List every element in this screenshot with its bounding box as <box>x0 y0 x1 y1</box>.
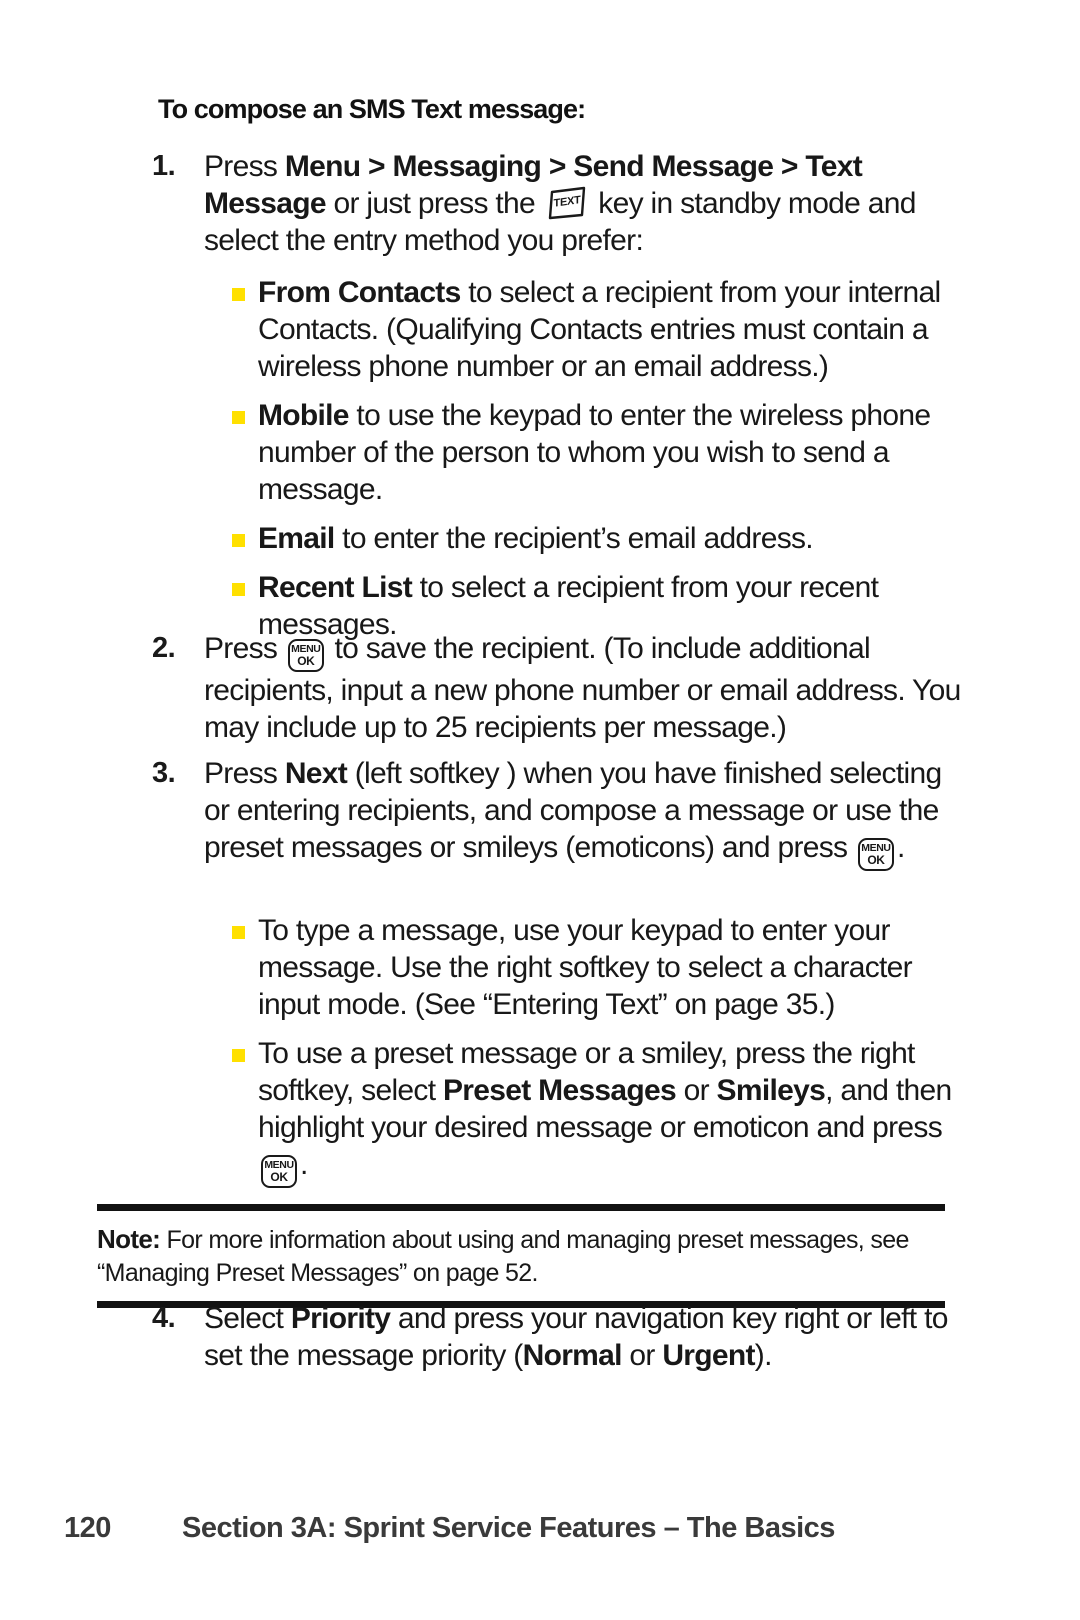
list-item: Mobile to use the keypad to enter the wi… <box>232 397 962 508</box>
bullet-bold-preset: Preset Messages <box>443 1074 677 1107</box>
step-4-body: Select Priority and press your navigatio… <box>204 1300 962 1374</box>
step-4-bold-priority: Priority <box>290 1302 391 1335</box>
list-item: From Contacts to select a recipient from… <box>232 274 962 385</box>
step-3-tail: . <box>896 831 905 864</box>
note-label: Note: <box>97 1224 161 1254</box>
menu-key-line2: OK <box>297 654 315 668</box>
bullet-content: From Contacts to select a recipient from… <box>258 274 962 385</box>
list-item: Email to enter the recipient’s email add… <box>232 520 962 557</box>
bullet-post: . <box>300 1148 308 1181</box>
step-1-bullets: From Contacts to select a recipient from… <box>232 274 962 643</box>
step-3-lead: Press <box>204 757 285 790</box>
step-2-number: 2. <box>152 632 176 664</box>
bullet-label: Recent List <box>258 571 413 604</box>
step-2-body: Press MENU OK to save the recipient. (To … <box>204 630 962 746</box>
bullet-content: Email to enter the recipient’s email add… <box>258 520 962 557</box>
step-2: 2. Press MENU OK to save the recipient. (… <box>152 630 962 746</box>
step-4-bold-normal: Normal <box>522 1339 623 1372</box>
text-key-label: TEXT <box>553 193 581 210</box>
bullet-label: Mobile <box>258 399 349 432</box>
step-3-bold-next: Next <box>284 757 348 790</box>
step-1-lead: Press <box>204 150 285 183</box>
step-4: 4. Select Priority and press your naviga… <box>152 1300 962 1374</box>
list-item: To type a message, use your keypad to en… <box>232 912 962 1023</box>
bullet-bold-smileys: Smileys <box>716 1074 826 1107</box>
step-1-number: 1. <box>152 150 176 182</box>
footer-section-title: Section 3A: Sprint Service Features – Th… <box>182 1512 835 1544</box>
step-4-number: 4. <box>152 1302 176 1334</box>
bullet-square-icon <box>232 520 258 547</box>
bullet-content: To type a message, use your keypad to en… <box>258 912 962 1023</box>
note-block: Note: For more information about using a… <box>97 1204 945 1308</box>
step-4-mid-2: or <box>621 1339 663 1372</box>
bullet-label: Email <box>258 522 335 555</box>
step-1-body: Press Menu > Messaging > Send Message > … <box>204 148 962 259</box>
step-4-tail: ). <box>754 1339 773 1372</box>
bullet-content: To use a preset message or a smiley, pre… <box>258 1035 962 1188</box>
menu-ok-key-icon: MENU OK <box>287 639 324 672</box>
step-4-lead: Select <box>204 1302 291 1335</box>
manual-page: To compose an SMS Text message: 1. Press… <box>0 0 1080 1620</box>
bullet-square-icon <box>232 1035 258 1062</box>
menu-ok-key-icon: MENU OK <box>857 838 894 871</box>
page-number: 120 <box>64 1512 111 1544</box>
bullet-square-icon <box>232 397 258 424</box>
text-key-icon: TEXT <box>547 186 587 220</box>
bullet-square-icon <box>232 274 258 301</box>
bullet-desc: to enter the recipient’s email address. <box>334 522 813 555</box>
step-3: 3. Press Next (left softkey ) when you h… <box>152 755 962 871</box>
step-3-number: 3. <box>152 757 176 789</box>
bullet-square-icon <box>232 912 258 939</box>
menu-key-line2: OK <box>867 853 885 867</box>
step-4-bold-urgent: Urgent <box>662 1339 755 1372</box>
step-3-bullets: To type a message, use your keypad to en… <box>232 912 962 1188</box>
menu-ok-key-icon: MENU OK <box>261 1155 297 1188</box>
bullet-desc: To type a message, use your keypad to en… <box>258 914 913 1021</box>
bullet-label: From Contacts <box>258 276 461 309</box>
page-footer: 120 Section 3A: Sprint Service Features … <box>64 1512 1014 1545</box>
bullet-mid: or <box>676 1074 717 1107</box>
step-1-mid: or just press the <box>325 187 543 220</box>
bullet-desc: to use the keypad to enter the wireless … <box>258 399 931 506</box>
step-2-lead: Press <box>204 632 285 665</box>
page-heading: To compose an SMS Text message: <box>158 94 586 124</box>
step-1: 1. Press Menu > Messaging > Send Message… <box>152 148 962 259</box>
menu-key-line2: OK <box>270 1170 288 1184</box>
step-3-body: Press Next (left softkey ) when you have… <box>204 755 962 871</box>
note-line-1: For more information about using and man… <box>160 1226 865 1254</box>
bullet-square-icon <box>232 569 258 596</box>
note-text: Note: For more information about using a… <box>97 1211 945 1301</box>
bullet-content: Mobile to use the keypad to enter the wi… <box>258 397 962 508</box>
note-top-rule <box>97 1204 945 1211</box>
list-item: To use a preset message or a smiley, pre… <box>232 1035 962 1188</box>
